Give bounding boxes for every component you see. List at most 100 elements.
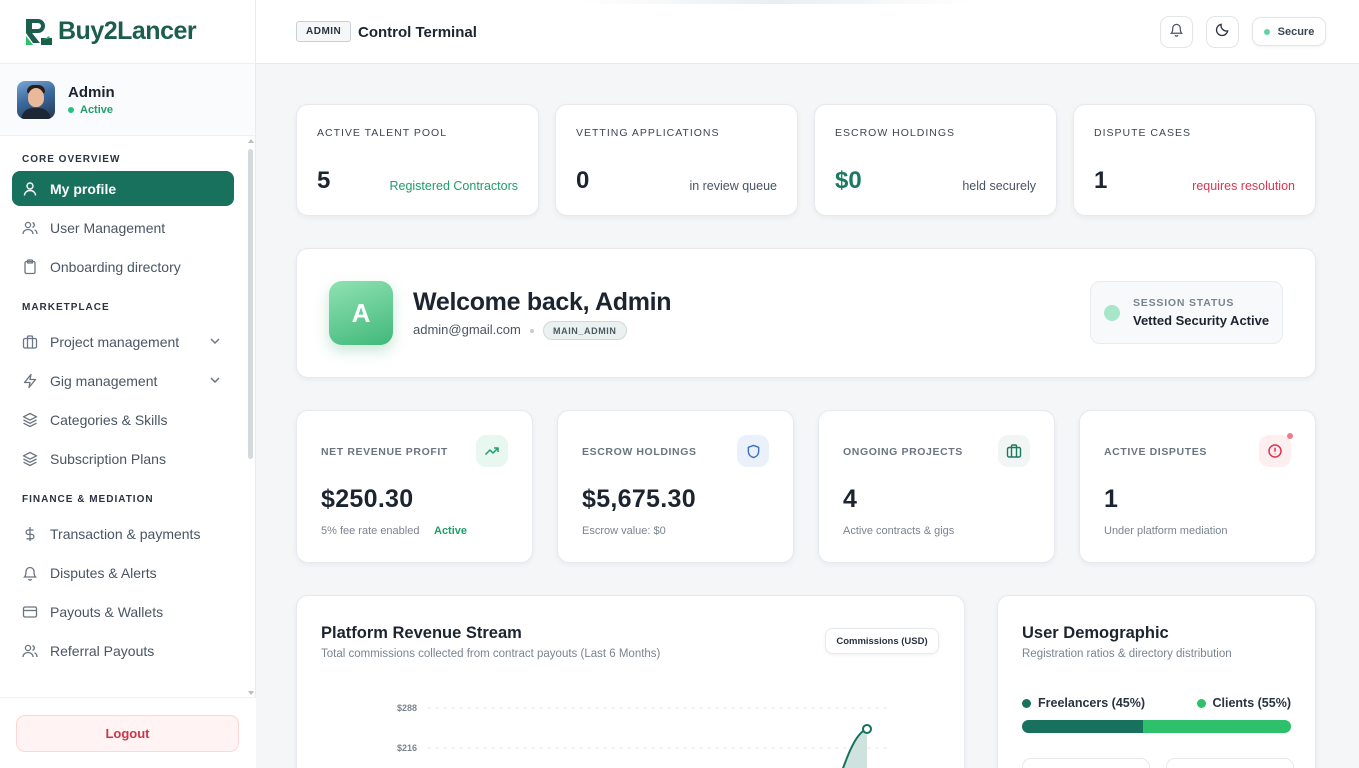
kpi-card-net-revenue[interactable]: NET REVENUE PROFIT $250.30 5% fee rate e… xyxy=(296,410,533,563)
data-point[interactable] xyxy=(862,723,872,734)
status-dot-icon xyxy=(68,106,74,113)
stat-card-dispute-cases[interactable]: DISPUTE CASES 1 requires resolution xyxy=(1073,104,1316,216)
sidebar-item-project-management[interactable]: Project management xyxy=(12,324,234,359)
kpi-label: ESCROW HOLDINGS xyxy=(582,446,697,458)
revenue-chart-card: Platform Revenue Stream Total commission… xyxy=(296,595,965,768)
scroll-up-icon[interactable] xyxy=(248,139,254,143)
briefcase-icon xyxy=(22,334,38,350)
y-tick-label: $288 xyxy=(397,703,417,713)
sidebar-item-my-profile[interactable]: My profile xyxy=(12,171,234,206)
card-icon xyxy=(22,604,38,620)
scroll-down-icon[interactable] xyxy=(248,691,254,695)
stat-value: 1 xyxy=(1094,167,1108,194)
notifications-button[interactable] xyxy=(1160,16,1193,48)
ratio-segment-freelancers xyxy=(1022,720,1144,733)
admin-tag: ADMIN xyxy=(296,21,352,42)
kpi-card-active-disputes[interactable]: ACTIVE DISPUTES 1 Under platform mediati… xyxy=(1079,410,1316,563)
welcome-card: A Welcome back, Admin admin@gmail.com MA… xyxy=(296,248,1316,378)
stat-value: 0 xyxy=(576,167,590,194)
theme-toggle-button[interactable] xyxy=(1206,16,1239,48)
sidebar-item-label: Referral Payouts xyxy=(50,642,155,659)
nav-section-marketplace: MARKETPLACE xyxy=(22,301,110,313)
sidebar-item-label: Subscription Plans xyxy=(50,450,166,467)
sidebar-item-transaction-payments[interactable]: Transaction & payments xyxy=(12,516,234,551)
stat-card-talent-pool[interactable]: ACTIVE TALENT POOL 5 Registered Contract… xyxy=(296,104,539,216)
layers-icon xyxy=(22,451,38,467)
session-status-label: SESSION STATUS xyxy=(1133,297,1235,309)
kpi-label: NET REVENUE PROFIT xyxy=(321,446,448,458)
kpi-subtext: 5% fee rate enabled xyxy=(321,525,420,537)
sidebar-item-label: Payouts & Wallets xyxy=(50,603,164,620)
welcome-email: admin@gmail.com xyxy=(413,322,521,337)
kpi-card-ongoing-projects[interactable]: ONGOING PROJECTS 4 Active contracts & gi… xyxy=(818,410,1055,563)
avatar xyxy=(17,80,55,119)
alert-circle-icon xyxy=(1259,435,1291,467)
kpi-value: 1 xyxy=(1104,485,1119,513)
session-status-box: SESSION STATUS Vetted Security Active xyxy=(1090,281,1283,344)
status-dot-icon xyxy=(1263,28,1270,35)
user-status: Active xyxy=(68,104,115,116)
user-profile-summary[interactable]: Admin Active xyxy=(0,64,255,136)
stat-subtext: Registered Contractors xyxy=(389,179,518,193)
chevron-down-icon[interactable] xyxy=(208,373,222,387)
demographic-subtitle: Registration ratios & directory distribu… xyxy=(1022,648,1232,660)
role-badge: MAIN_ADMIN xyxy=(543,321,627,340)
bell-icon xyxy=(1169,22,1184,42)
stat-value: 5 xyxy=(317,167,331,194)
kpi-label: ACTIVE DISPUTES xyxy=(1104,446,1207,458)
kpi-value: $250.30 xyxy=(321,485,414,513)
sidebar-item-user-management[interactable]: User Management xyxy=(12,210,234,245)
sidebar-item-label: Project management xyxy=(50,333,180,350)
sidebar-nav: CORE OVERVIEW My profile User Management… xyxy=(0,137,246,697)
kpi-status-badge: Active xyxy=(434,525,468,537)
kpi-subtext: Escrow value: $0 xyxy=(582,525,666,537)
sidebar-item-categories-skills[interactable]: Categories & Skills xyxy=(12,402,234,437)
shield-icon xyxy=(737,435,769,467)
stat-label: ACTIVE TALENT POOL xyxy=(317,127,448,139)
brand-logo-icon xyxy=(23,16,55,48)
page-title: Control Terminal xyxy=(358,24,477,41)
stat-subtext: held securely xyxy=(962,179,1036,193)
demographic-ratio-bar xyxy=(1022,720,1291,733)
topbar-glow xyxy=(576,0,976,4)
kpi-value: 4 xyxy=(843,485,858,513)
bolt-icon xyxy=(22,373,38,389)
logout-button[interactable]: Logout xyxy=(16,715,239,752)
bell-icon xyxy=(22,565,38,581)
scrollbar-thumb[interactable] xyxy=(248,149,253,459)
chevron-down-icon[interactable] xyxy=(208,334,222,348)
stat-label: ESCROW HOLDINGS xyxy=(835,127,956,139)
y-tick-label: $216 xyxy=(397,743,417,753)
sidebar-item-label: Categories & Skills xyxy=(50,411,168,428)
sidebar-scrollbar[interactable] xyxy=(246,137,256,697)
demographic-title: User Demographic xyxy=(1022,624,1169,642)
revenue-chart: $288 $216 xyxy=(397,703,887,768)
sidebar-item-payouts-wallets[interactable]: Payouts & Wallets xyxy=(12,594,234,629)
sidebar-item-label: Transaction & payments xyxy=(50,525,201,542)
sidebar-item-gig-management[interactable]: Gig management xyxy=(12,363,234,398)
secure-status-badge[interactable]: Secure xyxy=(1252,17,1326,46)
topbar: ADMIN Control Terminal Secure xyxy=(256,0,1359,64)
users-icon xyxy=(22,220,38,236)
stat-card-vetting-applications[interactable]: VETTING APPLICATIONS 0 in review queue xyxy=(555,104,798,216)
brand[interactable]: Buy2Lancer xyxy=(0,0,255,64)
stat-card-escrow-holdings[interactable]: ESCROW HOLDINGS $0 held securely xyxy=(814,104,1057,216)
sidebar-item-label: Onboarding directory xyxy=(50,258,181,275)
sidebar-item-label: Gig management xyxy=(50,372,158,389)
sidebar-item-disputes-alerts[interactable]: Disputes & Alerts xyxy=(12,555,234,590)
sidebar-item-onboarding-directory[interactable]: Onboarding directory xyxy=(12,249,234,284)
user-icon xyxy=(22,181,38,197)
stat-value: $0 xyxy=(835,167,862,194)
stat-label: VETTING APPLICATIONS xyxy=(576,127,720,139)
legend-dot-freelancers xyxy=(1022,698,1031,708)
briefcase-icon xyxy=(998,435,1030,467)
sidebar-item-label: Disputes & Alerts xyxy=(50,564,157,581)
clipboard-icon xyxy=(22,258,38,275)
nav-section-core-overview: CORE OVERVIEW xyxy=(22,153,121,165)
sidebar-item-referral-payouts[interactable]: Referral Payouts xyxy=(12,633,234,668)
separator-dot xyxy=(530,329,534,333)
sidebar-item-label: My profile xyxy=(50,180,117,197)
sidebar-item-subscription-plans[interactable]: Subscription Plans xyxy=(12,441,234,476)
welcome-title: Welcome back, Admin xyxy=(413,288,672,316)
kpi-card-escrow-holdings[interactable]: ESCROW HOLDINGS $5,675.30 Escrow value: … xyxy=(557,410,794,563)
